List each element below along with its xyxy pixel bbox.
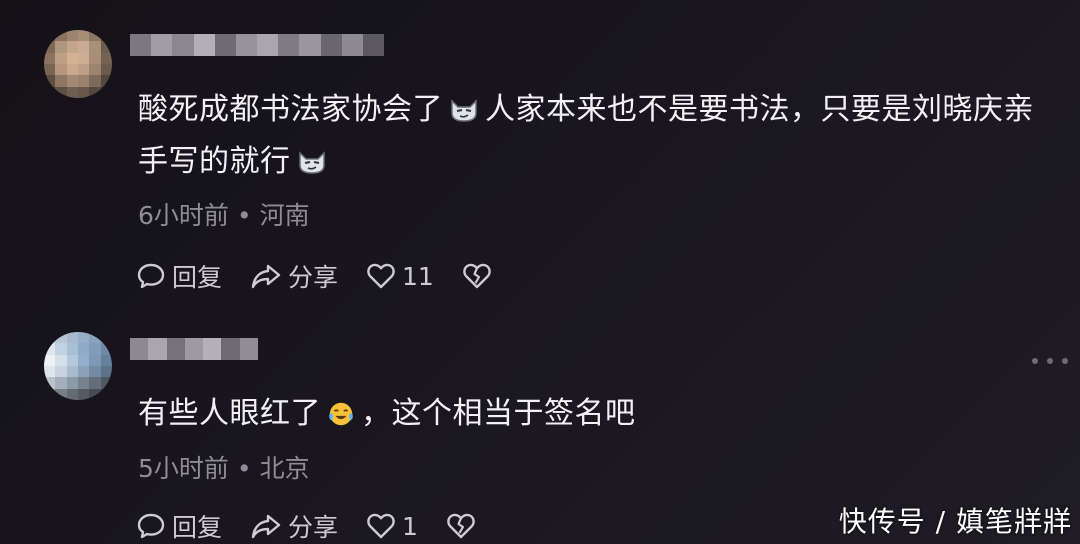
separator-dot: • [236,454,252,483]
comment-bubble-icon [137,513,165,539]
more-dots-icon [1032,358,1038,364]
timestamp: 5小时前 [138,454,229,483]
timestamp: 6小时前 [138,201,229,230]
heart-icon [367,263,395,289]
share-label: 分享 [288,513,339,542]
watermark: 快传号 / 嫃笔牂牂 [838,505,1072,538]
heart-icon [367,513,395,539]
comment-actions: 回复 分享 1 [136,508,510,544]
username-blurred[interactable] [130,34,385,56]
location: 河南 [259,201,310,230]
comment-1: 酸死成都书法家协会了 人家本来也不是要书法，只要是刘晓庆亲手写的就行 6小时前 … [0,0,1080,300]
more-options-button[interactable] [1032,354,1068,368]
crying-laughing-emoji [329,402,353,426]
dislike-button[interactable] [446,511,482,541]
share-arrow-icon [251,264,281,289]
comment-actions: 回复 分享 11 [136,258,526,294]
comment-bubble-icon [137,263,165,289]
reply-button[interactable]: 回复 [136,508,222,544]
avatar[interactable] [44,332,112,400]
dislike-button[interactable] [462,261,498,291]
reply-label: 回复 [172,513,223,542]
avatar[interactable] [44,30,112,98]
comment-text: 酸死成都书法家协会了 人家本来也不是要书法，只要是刘晓庆亲手写的就行 [138,92,1034,179]
broken-heart-icon [447,513,475,539]
username-blurred[interactable] [130,338,258,360]
more-dot [1062,358,1068,364]
comment-text: 有些人眼红了 ，这个相当于签名吧 [138,396,636,431]
smirk-cat-emoji [451,99,477,122]
location: 北京 [259,454,310,483]
more-dot [1047,358,1053,364]
share-arrow-icon [251,514,281,539]
separator-dot: • [236,201,252,230]
share-label: 分享 [288,263,339,292]
broken-heart-icon [463,263,491,289]
like-button[interactable]: 11 [366,261,434,291]
share-button[interactable]: 分享 [250,508,338,544]
like-button[interactable]: 1 [366,511,418,541]
smirk-cat-emoji [298,151,325,174]
comment-meta: 5小时前 • 北京 [138,449,310,485]
reply-button[interactable]: 回复 [136,258,222,294]
reply-label: 回复 [172,263,223,292]
like-count: 1 [402,511,418,541]
comment-meta: 6小时前 • 河南 [138,196,310,232]
like-count: 11 [402,261,434,291]
share-button[interactable]: 分享 [250,258,338,294]
